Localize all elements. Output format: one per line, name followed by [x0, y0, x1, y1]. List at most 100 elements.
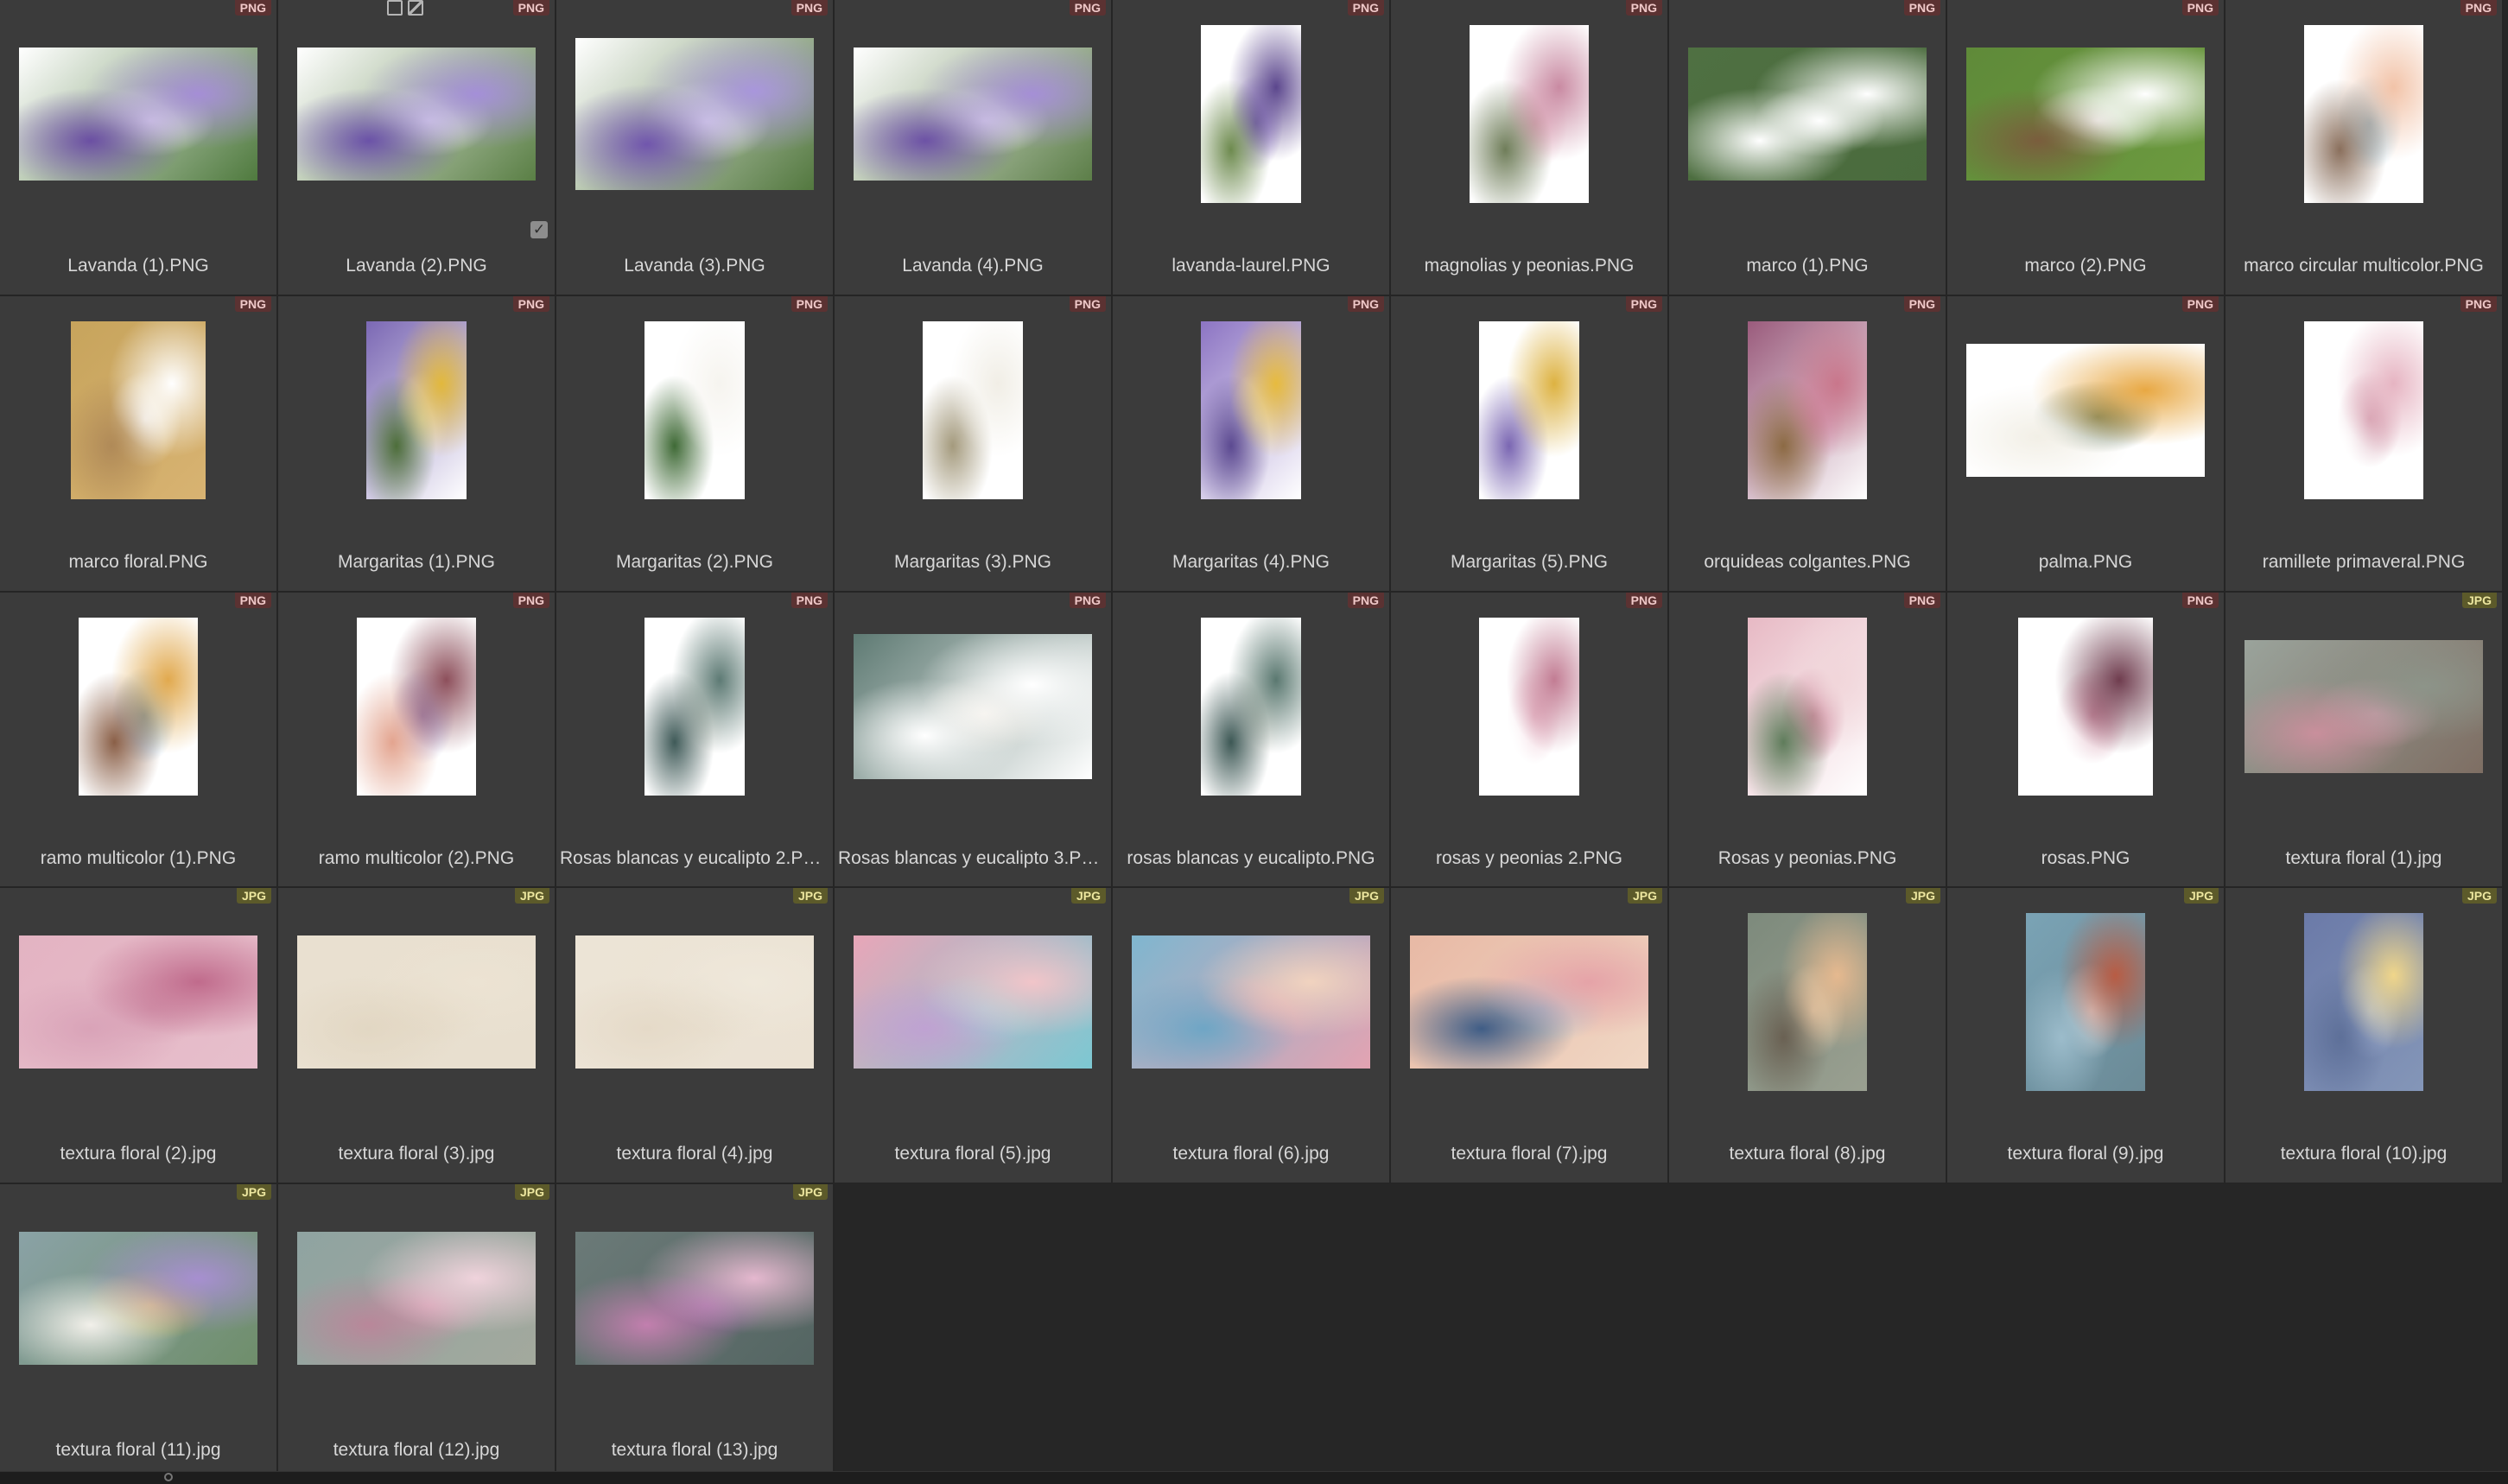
thumbnail-image[interactable]	[644, 320, 745, 499]
thumbnail-cell-marco-2-png[interactable]: PNG marco (2).PNG	[1947, 0, 2225, 296]
thumbnail-cell-textura-floral-6-jpg[interactable]: JPG textura floral (6).jpg	[1113, 888, 1391, 1185]
thumbnail-image[interactable]	[854, 48, 1092, 181]
thumbnail-cell-rosas-blancas-y-eucalipto-2-png[interactable]: PNG Rosas blancas y eucalipto 2.PNG	[556, 592, 835, 889]
thumbnail-image[interactable]	[923, 320, 1023, 499]
thumbnail-cell-textura-floral-9-jpg[interactable]: JPG textura floral (9).jpg	[1947, 888, 2225, 1185]
thumbnail-image[interactable]	[297, 935, 536, 1069]
thumbnail-cell-textura-floral-2-jpg[interactable]: JPG textura floral (2).jpg	[0, 888, 278, 1185]
thumbnail-image[interactable]	[1748, 320, 1867, 499]
thumbnail-image[interactable]	[19, 1232, 257, 1366]
thumbnail-cell-marco-floral-png[interactable]: PNG marco floral.PNG	[0, 295, 278, 593]
thumbnail-cell-margaritas-2-png[interactable]: PNG Margaritas (2).PNG	[556, 295, 835, 593]
thumbnail-area	[1391, 21, 1667, 207]
thumbnail-area	[835, 317, 1111, 504]
thumbnail-cell-rosas-y-peonias-png[interactable]: PNG Rosas y peonias.PNG	[1669, 592, 1947, 889]
thumbnail-image[interactable]	[2304, 320, 2423, 499]
thumbnail-image[interactable]	[2026, 913, 2145, 1092]
thumbnail-cell-lavanda-2-png[interactable]: PNG ✓ Lavanda (2).PNG	[278, 0, 556, 296]
thumbnail-image[interactable]	[1966, 48, 2205, 181]
thumbnail-image[interactable]	[2304, 913, 2423, 1092]
file-type-badge: PNG	[234, 295, 271, 312]
thumbnail-area	[556, 21, 833, 207]
thumbnail-cell-marco-1-png[interactable]: PNG marco (1).PNG	[1669, 0, 1947, 296]
file-type-badge: JPG	[792, 888, 828, 904]
thumbnail-image[interactable]	[357, 617, 476, 796]
thumbnail-image[interactable]	[1966, 343, 2205, 477]
thumbnail-cell-ramo-multicolor-1-png[interactable]: PNG ramo multicolor (1).PNG	[0, 592, 278, 889]
thumbnail-cell-margaritas-4-png[interactable]: PNG Margaritas (4).PNG	[1113, 295, 1391, 593]
file-name-label: rosas blancas y eucalipto.PNG	[1127, 847, 1375, 868]
thumbnail-image[interactable]	[1688, 48, 1927, 181]
thumbnail-cell-palma-png[interactable]: PNG palma.PNG	[1947, 295, 2225, 593]
thumbnail-cell-textura-floral-11-jpg[interactable]: JPG textura floral (11).jpg	[0, 1184, 278, 1481]
thumbnail-cell-margaritas-5-png[interactable]: PNG Margaritas (5).PNG	[1391, 295, 1669, 593]
thumbnail-image[interactable]	[71, 320, 206, 499]
thumbnail-image[interactable]	[1748, 617, 1867, 796]
thumbnail-image[interactable]	[2304, 25, 2423, 203]
square-select-icon[interactable]	[387, 0, 403, 16]
thumbnail-cell-margaritas-1-png[interactable]: PNG Margaritas (1).PNG	[278, 295, 556, 593]
thumbnail-area	[1391, 317, 1667, 504]
thumbnail-image[interactable]	[1201, 25, 1301, 203]
thumbnail-cell-rosas-blancas-y-eucalipto-3-png[interactable]: PNG Rosas blancas y eucalipto 3.PNG	[835, 592, 1113, 889]
thumbnail-cell-lavanda-4-png[interactable]: PNG Lavanda (4).PNG	[835, 0, 1113, 296]
thumbnail-cell-lavanda-1-png[interactable]: PNG Lavanda (1).PNG	[0, 0, 278, 296]
thumbnail-cell-rosas-y-peonias-2-png[interactable]: PNG rosas y peonias 2.PNG	[1391, 592, 1669, 889]
thumbnail-cell-ramillete-primaveral-png[interactable]: PNG ramillete primaveral.PNG	[2225, 295, 2504, 593]
select-checkbox[interactable]: ✓	[530, 221, 548, 238]
thumbnail-cell-orquideas-colgantes-png[interactable]: PNG orquideas colgantes.PNG	[1669, 295, 1947, 593]
thumbnail-image[interactable]	[1479, 320, 1579, 499]
thumbnail-cell-lavanda-laurel-png[interactable]: PNG lavanda-laurel.PNG	[1113, 0, 1391, 296]
file-type-badge: PNG	[790, 0, 828, 16]
thumbnail-image[interactable]	[644, 617, 745, 796]
thumbnail-image[interactable]	[297, 1232, 536, 1366]
thumbnail-image[interactable]	[297, 48, 536, 181]
thumbnail-area	[835, 909, 1111, 1095]
thumbnail-image[interactable]	[1201, 617, 1301, 796]
thumbnail-cell-textura-floral-13-jpg[interactable]: JPG textura floral (13).jpg	[556, 1184, 835, 1481]
file-type-badge: PNG	[1069, 0, 1106, 16]
thumbnail-cell-rosas-png[interactable]: PNG rosas.PNG	[1947, 592, 2225, 889]
thumbnail-cell-marco-circular-multicolor-png[interactable]: PNG marco circular multicolor.PNG	[2225, 0, 2504, 296]
thumbnail-image[interactable]	[1479, 617, 1579, 796]
thumbnail-cell-ramo-multicolor-2-png[interactable]: PNG ramo multicolor (2).PNG	[278, 592, 556, 889]
thumbnail-cell-margaritas-3-png[interactable]: PNG Margaritas (3).PNG	[835, 295, 1113, 593]
thumbnail-cell-textura-floral-1-jpg[interactable]: JPG textura floral (1).jpg	[2225, 592, 2504, 889]
thumbnail-image[interactable]	[575, 1232, 814, 1366]
thumbnail-image[interactable]	[366, 320, 467, 499]
file-type-badge: PNG	[234, 0, 271, 16]
thumbnail-cell-textura-floral-5-jpg[interactable]: JPG textura floral (5).jpg	[835, 888, 1113, 1185]
thumbnail-image[interactable]	[854, 935, 1092, 1069]
thumbnail-cell-textura-floral-8-jpg[interactable]: JPG textura floral (8).jpg	[1669, 888, 1947, 1185]
thumbnail-image[interactable]	[854, 633, 1092, 779]
file-name-label: textura floral (10).jpg	[2280, 1144, 2448, 1164]
thumbnail-cell-rosas-blancas-y-eucalipto-png[interactable]: PNG rosas blancas y eucalipto.PNG	[1113, 592, 1391, 889]
thumbnail-cell-textura-floral-10-jpg[interactable]: JPG textura floral (10).jpg	[2225, 888, 2504, 1185]
thumbnail-image[interactable]	[19, 935, 257, 1069]
thumbnail-area	[0, 613, 276, 800]
thumbnail-image[interactable]	[1470, 25, 1589, 203]
thumbnail-image[interactable]	[1410, 935, 1648, 1069]
file-type-badge: JPG	[2461, 592, 2497, 608]
thumbnail-image[interactable]	[575, 935, 814, 1069]
thumbnail-image[interactable]	[2018, 617, 2153, 796]
file-name-label: textura floral (1).jpg	[2285, 847, 2442, 868]
thumbnail-cell-textura-floral-3-jpg[interactable]: JPG textura floral (3).jpg	[278, 888, 556, 1185]
thumbnail-image[interactable]	[1132, 935, 1370, 1069]
thumbnail-image[interactable]	[1201, 320, 1301, 499]
edit-icon[interactable]	[408, 0, 423, 16]
thumbnail-image[interactable]	[1748, 913, 1867, 1092]
thumbnail-cell-lavanda-3-png[interactable]: PNG Lavanda (3).PNG	[556, 0, 835, 296]
file-type-badge: JPG	[1905, 888, 1940, 904]
thumbnail-image[interactable]	[79, 617, 198, 796]
file-type-badge: PNG	[1903, 295, 1940, 312]
thumbnail-cell-magnolias-y-peonias-png[interactable]: PNG magnolias y peonias.PNG	[1391, 0, 1669, 296]
file-name-label: textura floral (2).jpg	[60, 1144, 217, 1164]
thumbnail-image[interactable]	[19, 48, 257, 181]
thumbnail-image[interactable]	[575, 38, 814, 190]
thumbnail-cell-textura-floral-4-jpg[interactable]: JPG textura floral (4).jpg	[556, 888, 835, 1185]
thumbnail-cell-textura-floral-7-jpg[interactable]: JPG textura floral (7).jpg	[1391, 888, 1669, 1185]
file-type-badge: JPG	[514, 888, 549, 904]
thumbnail-image[interactable]	[2245, 639, 2483, 773]
thumbnail-cell-textura-floral-12-jpg[interactable]: JPG textura floral (12).jpg	[278, 1184, 556, 1481]
